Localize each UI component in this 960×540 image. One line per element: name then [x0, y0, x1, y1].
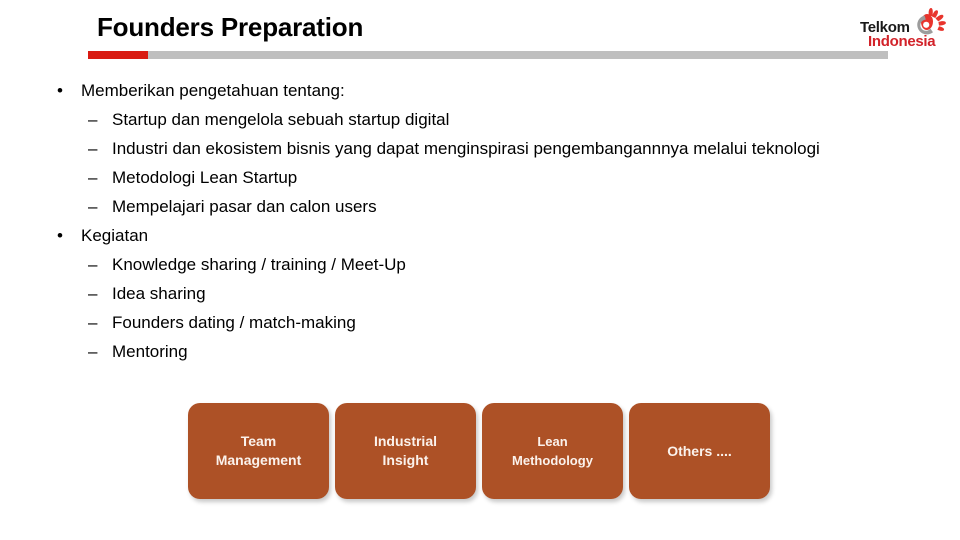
list-item-label: Industri dan ekosistem bisnis yang dapat… — [112, 139, 820, 158]
topic-box-label: Others .... — [667, 442, 732, 459]
topic-box-lean-methodology[interactable]: Lean Methodology — [482, 403, 623, 499]
dash-marker-icon: – — [88, 110, 98, 129]
list-item: – Metodologi Lean Startup — [0, 163, 960, 192]
topic-box-team-management[interactable]: Team Management — [188, 403, 329, 499]
list-item-label: Idea sharing — [112, 284, 206, 303]
topic-box-row: Team Management Industrial Insight Lean … — [188, 403, 772, 499]
list-item-label: Metodologi Lean Startup — [112, 168, 298, 187]
topic-box-others[interactable]: Others .... — [629, 403, 770, 499]
page-title: Founders Preparation — [97, 12, 364, 42]
list-item-label: Memberikan pengetahuan tentang: — [81, 81, 345, 100]
telkom-hand-icon — [917, 8, 946, 35]
dash-marker-icon: – — [88, 139, 98, 158]
list-item-label: Knowledge sharing / training / Meet-Up — [112, 255, 406, 274]
topic-box-label: Team Management — [215, 433, 302, 468]
list-item-label: Kegiatan — [81, 226, 149, 245]
topic-box-industrial-insight[interactable]: Industrial Insight — [335, 403, 476, 499]
title-block: Founders Preparation — [0, 0, 960, 62]
dash-marker-icon: – — [88, 168, 98, 187]
list-item-label: Mempelajari pasar dan calon users — [112, 197, 377, 216]
dash-marker-icon: – — [88, 284, 98, 303]
list-item: – Mempelajari pasar dan calon users — [0, 192, 960, 221]
telkom-indonesia-logo: Telkom Indonesia — [858, 6, 954, 50]
title-rule-red — [88, 51, 148, 59]
list-item: – Knowledge sharing / training / Meet-Up — [0, 250, 960, 279]
topic-box-label: Lean Methodology — [512, 434, 593, 468]
list-item-label: Mentoring — [112, 342, 188, 361]
dash-marker-icon: – — [88, 255, 98, 274]
list-item: – Startup dan mengelola sebuah startup d… — [0, 105, 960, 134]
list-item: • Kegiatan — [0, 221, 960, 250]
list-item: – Industri dan ekosistem bisnis yang dap… — [0, 134, 960, 163]
slide-canvas: Founders Preparation Telkom Indonesia • … — [0, 0, 960, 540]
dash-marker-icon: – — [88, 342, 98, 361]
list-item-label: Startup dan mengelola sebuah startup dig… — [112, 110, 450, 129]
dash-marker-icon: – — [88, 197, 98, 216]
list-item-label: Founders dating / match-making — [112, 313, 356, 332]
dash-marker-icon: – — [88, 313, 98, 332]
topic-box-label: Industrial Insight — [373, 433, 437, 468]
bullet-dot-icon: • — [57, 226, 63, 245]
list-item: • Memberikan pengetahuan tentang: — [0, 76, 960, 105]
list-item: – Mentoring — [0, 337, 960, 366]
list-item: – Founders dating / match-making — [0, 308, 960, 337]
list-item: – Idea sharing — [0, 279, 960, 308]
content-list: • Memberikan pengetahuan tentang: – Star… — [0, 76, 960, 366]
bullet-dot-icon: • — [57, 81, 63, 100]
title-rule-gray — [148, 51, 888, 59]
